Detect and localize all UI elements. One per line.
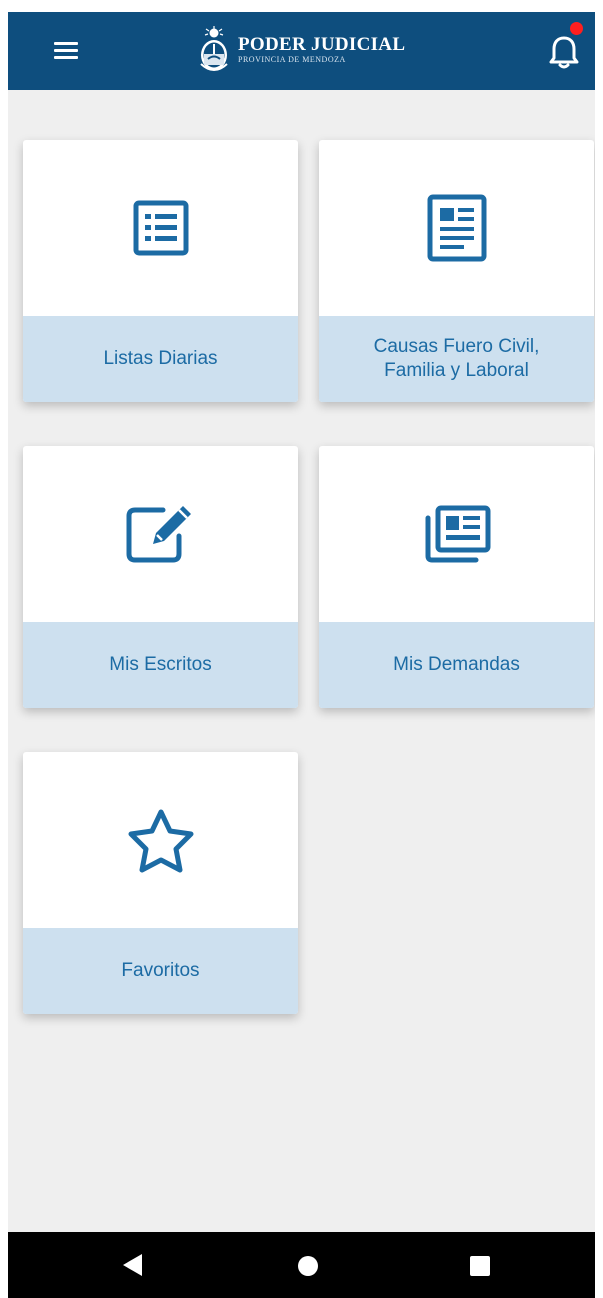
brand-logo: PODER JUDICIAL PROVINCIA DE MENDOZA [198,22,405,78]
list-icon [133,200,188,256]
tile-favoritos[interactable]: Favoritos [23,752,298,1014]
edit-icon [126,506,191,563]
home-circle-icon[interactable] [298,1256,318,1276]
menu-button[interactable] [46,34,86,66]
tile-label: Mis Demandas [393,654,520,675]
coat-of-arms-icon [200,26,228,71]
app-title: PODER JUDICIAL [238,34,406,55]
star-icon [128,809,193,873]
bell-icon [549,36,579,69]
hamburger-menu-icon [54,42,78,45]
tile-mis-demandas[interactable]: Mis Demandas [319,446,594,708]
tile-label: Causas Fuero Civil, Familia y Laboral [373,336,540,381]
back-triangle-icon[interactable] [123,1254,142,1276]
system-nav-bar [8,1232,595,1298]
newspaper-icon [425,505,490,563]
tile-causas-fuero-civil[interactable]: Causas Fuero Civil, Familia y Laboral [319,140,594,402]
app-screen: PODER JUDICIAL PROVINCIA DE MENDOZA List… [8,12,595,1298]
hamburger-menu-icon-bar [54,49,78,52]
app-subtitle: PROVINCIA DE MENDOZA [238,55,346,64]
recent-apps-square-icon[interactable] [470,1256,490,1276]
tile-mis-escritos[interactable]: Mis Escritos [23,446,298,708]
app-bar: PODER JUDICIAL PROVINCIA DE MENDOZA [8,12,595,90]
hamburger-menu-icon-bar [54,56,78,59]
tile-label: Favoritos [121,960,200,981]
document-icon [427,194,486,262]
tile-label: Mis Escritos [109,654,212,675]
tile-listas-diarias[interactable]: Listas Diarias [23,140,298,402]
notifications-button[interactable] [546,32,582,72]
notification-badge [570,22,583,35]
tile-label: Listas Diarias [103,348,218,369]
